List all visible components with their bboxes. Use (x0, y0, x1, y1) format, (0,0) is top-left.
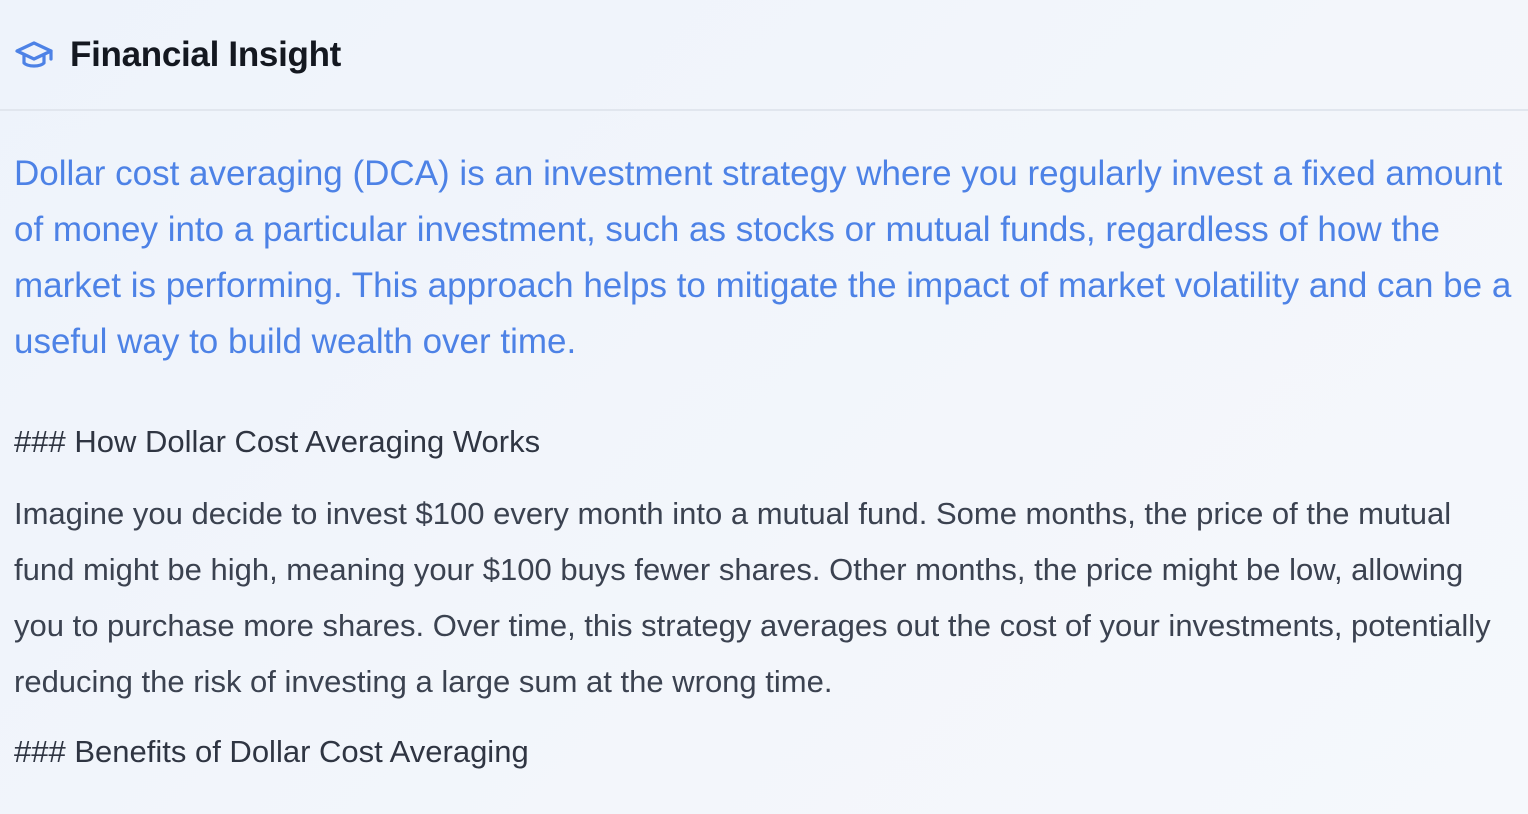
financial-insight-panel: Financial Insight Dollar cost averaging … (0, 0, 1528, 814)
intro-paragraph: Dollar cost averaging (DCA) is an invest… (14, 154, 1512, 361)
panel-content: Dollar cost averaging (DCA) is an invest… (0, 146, 1528, 772)
graduation-cap-icon (14, 39, 54, 73)
panel-header: Financial Insight (0, 0, 1528, 111)
panel-title: Financial Insight (70, 34, 342, 74)
section-heading-how-it-works: ### How Dollar Cost Averaging Works (14, 424, 541, 459)
section-heading-benefits: ### Benefits of Dollar Cost Averaging (14, 734, 529, 769)
body-paragraph: Imagine you decide to invest $100 every … (14, 496, 1491, 699)
